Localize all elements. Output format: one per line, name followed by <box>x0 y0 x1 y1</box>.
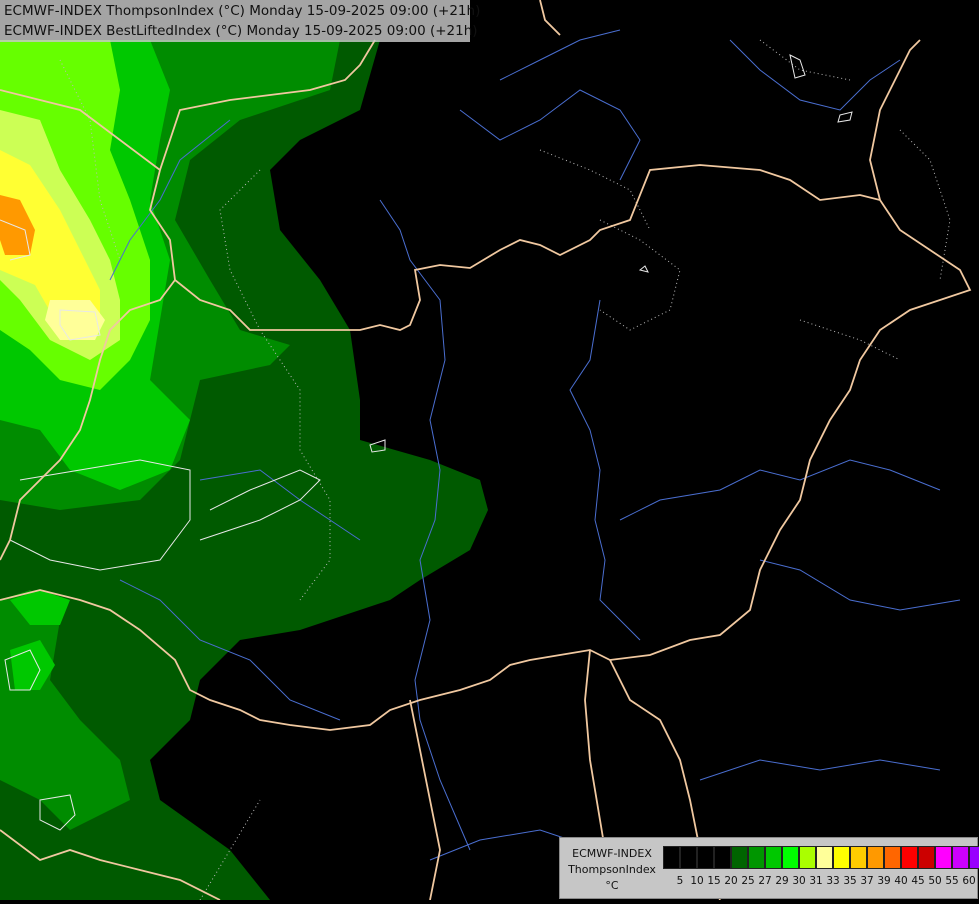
legend-model-label: ECMWF-INDEX <box>572 847 652 860</box>
legend-swatch <box>884 846 901 869</box>
legend-tick-label: 50 <box>928 875 942 887</box>
legend-unit-label: °C <box>605 879 619 892</box>
legend-tick-label: 40 <box>894 875 908 887</box>
weather-map: ECMWF-INDEX ThompsonIndex (°C) Monday 15… <box>0 0 979 901</box>
legend-swatch <box>969 846 979 869</box>
legend-swatches <box>663 846 979 869</box>
title-thompson-index: ECMWF-INDEX ThompsonIndex (°C) Monday 15… <box>4 3 481 19</box>
legend-parameter-label: ThompsonIndex <box>568 863 656 876</box>
legend-tick-label: 37 <box>860 875 874 887</box>
legend-swatch <box>935 846 952 869</box>
legend-swatch <box>901 846 918 869</box>
legend-tick-label: 33 <box>826 875 840 887</box>
legend-tick-label: 60 <box>962 875 976 887</box>
legend-swatch <box>952 846 969 869</box>
legend-swatch <box>799 846 816 869</box>
legend-tick-label: 27 <box>758 875 772 887</box>
legend-swatch <box>816 846 833 869</box>
legend-tick-label: 5 <box>676 875 684 887</box>
legend-swatch <box>918 846 935 869</box>
legend-tick-label: 25 <box>741 875 755 887</box>
title-overlay: ECMWF-INDEX ThompsonIndex (°C) Monday 15… <box>0 0 480 42</box>
legend-swatch <box>663 846 680 869</box>
legend-tick-label: 45 <box>911 875 925 887</box>
map-canvas <box>0 0 979 901</box>
legend-swatch <box>714 846 731 869</box>
title-best-lifted-index: ECMWF-INDEX BestLiftedIndex (°C) Monday … <box>4 23 478 39</box>
legend-tick-label: 39 <box>877 875 891 887</box>
legend-tick-label: 35 <box>843 875 857 887</box>
legend-swatch <box>765 846 782 869</box>
legend-swatch <box>782 846 799 869</box>
legend-tick-label: 30 <box>792 875 806 887</box>
legend-swatch <box>697 846 714 869</box>
legend-swatch <box>867 846 884 869</box>
legend-swatch <box>833 846 850 869</box>
legend-swatch <box>748 846 765 869</box>
legend-tick-label: 29 <box>775 875 789 887</box>
legend-swatch <box>731 846 748 869</box>
legend-swatch <box>680 846 697 869</box>
legend-swatch <box>850 846 867 869</box>
legend-ticks: 5 10 15 20 25 27 29 30 31 33 35 37 39 40 45 50 55 60 <box>663 875 976 889</box>
legend-tick-label: 20 <box>724 875 738 887</box>
legend-tick-label: 15 <box>707 875 721 887</box>
legend-tick-label: 10 <box>690 875 704 887</box>
legend-tick-label: 55 <box>945 875 959 887</box>
legend-tick-label: 31 <box>809 875 823 887</box>
color-legend: ECMWF-INDEX ThompsonIndex °C 5 10 15 20 25 27… <box>559 837 979 899</box>
